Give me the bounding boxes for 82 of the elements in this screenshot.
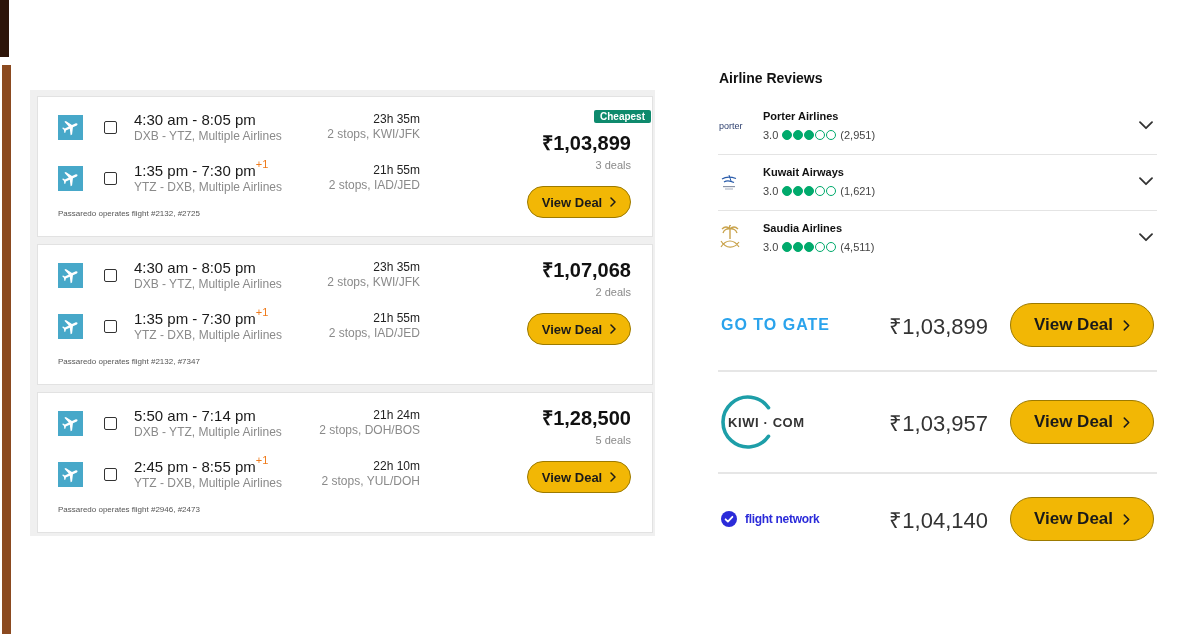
view-deal-button[interactable]: View Deal — [527, 461, 631, 493]
checkbox[interactable] — [104, 268, 117, 282]
operator-note: Passaredo operates flight #2132, #7347 — [58, 357, 200, 367]
price-badge: Cheapest — [594, 110, 651, 123]
route-text: DXB - YTZ, Multiple Airlines — [134, 128, 282, 144]
section-heading: Airline Reviews — [718, 70, 823, 86]
price-text: ₹1,03,899 — [889, 313, 988, 340]
rating-score: 3.0 — [763, 240, 779, 254]
checkbox[interactable] — [104, 416, 117, 430]
view-deal-button[interactable]: View Deal — [1010, 497, 1154, 541]
price-text: ₹1,28,500 — [542, 406, 631, 430]
airline-name: Kuwait Airways — [763, 165, 844, 179]
operator-note: Passaredo operates flight #2132, #2725 — [58, 209, 200, 219]
duration-text: 22h 10m — [373, 459, 420, 474]
flight-times: 1:35 pm - 7:30 pm$^{+1}$ — [134, 161, 269, 180]
brand-wordmark: GO TO GATE — [721, 316, 830, 334]
flight-times: 4:30 am - 8:05 pm — [134, 110, 256, 129]
flight-times: 2:45 pm - 8:55 pm$^{+1}$ — [134, 457, 269, 476]
view-deal-button[interactable]: View Deal — [527, 313, 631, 345]
chevron-right-icon — [1123, 416, 1131, 428]
duration-text: 21h 55m — [373, 311, 420, 326]
airplane-icon — [58, 313, 83, 339]
chevron-down-icon[interactable] — [1139, 177, 1153, 186]
airplane-icon — [58, 262, 83, 288]
stops-text: 2 stops, IAD/JED — [328, 178, 420, 193]
review-count: (1,621) — [840, 184, 876, 198]
rating-score: 3.0 — [763, 184, 779, 198]
airline-name: Porter Airlines — [763, 109, 839, 123]
corner-block — [0, 0, 9, 57]
route-text: YTZ - DXB, Multiple Airlines — [134, 179, 283, 195]
deal-count: 2 deals — [595, 286, 631, 299]
view-deal-button[interactable]: View Deal — [1010, 400, 1154, 444]
stops-text: 2 stops, KWI/JFK — [327, 127, 420, 142]
brand-wordmark: porter — [718, 120, 743, 131]
bird-emblem-icon — [721, 172, 737, 191]
price-text: ₹1,07,068 — [542, 258, 631, 282]
chevron-right-icon — [1123, 513, 1131, 525]
rating-score: 3.0 — [763, 128, 779, 142]
price-text: ₹1,04,140 — [889, 507, 988, 534]
review-count: (2,951) — [840, 128, 876, 142]
stops-text: 2 stops, KWI/JFK — [327, 275, 420, 290]
flight-times: 4:30 am - 8:05 pm — [134, 258, 256, 277]
airplane-icon — [58, 114, 83, 140]
stops-text: 2 stops, DOH/BOS — [319, 423, 420, 438]
view-deal-button[interactable]: View Deal — [527, 186, 631, 218]
checkbox[interactable] — [104, 171, 117, 185]
duration-text: 23h 35m — [373, 112, 420, 127]
chevron-right-icon — [610, 472, 617, 482]
checkbox[interactable] — [104, 319, 117, 333]
operator-note: Passaredo operates flight #2946, #2473 — [58, 505, 200, 515]
airplane-icon — [58, 165, 83, 191]
duration-text: 21h 24m — [373, 408, 420, 423]
route-text: YTZ - DXB, Multiple Airlines — [134, 475, 283, 491]
checkbox[interactable] — [104, 467, 117, 481]
chevron-down-icon[interactable] — [1139, 121, 1153, 130]
route-text: YTZ - DXB, Multiple Airlines — [134, 327, 283, 343]
flight-times: 5:50 am - 7:14 pm — [134, 406, 256, 425]
checkbox[interactable] — [104, 120, 117, 134]
stops-text: 2 stops, IAD/JED — [328, 326, 420, 341]
stops-text: 2 stops, YUL/DOH — [321, 474, 420, 489]
check-circle-icon — [721, 511, 737, 527]
duration-text: 23h 35m — [373, 260, 420, 275]
palm-swords-icon — [719, 224, 741, 251]
airline-name: Saudia Airlines — [763, 221, 843, 235]
chevron-down-icon[interactable] — [1139, 233, 1153, 242]
route-text: DXB - YTZ, Multiple Airlines — [134, 424, 282, 440]
view-deal-button[interactable]: View Deal — [1010, 303, 1154, 347]
airplane-icon — [58, 410, 83, 436]
duration-text: 21h 55m — [373, 163, 420, 178]
flight-times: 1:35 pm - 7:30 pm$^{+1}$ — [134, 309, 269, 328]
brand-wordmark: flight network — [745, 512, 820, 526]
deal-count: 5 deals — [595, 434, 631, 447]
price-text: ₹1,03,899 — [542, 131, 631, 155]
chevron-right-icon — [610, 197, 617, 207]
price-text: ₹1,03,957 — [889, 410, 988, 437]
airplane-icon — [58, 461, 83, 487]
route-text: DXB - YTZ, Multiple Airlines — [134, 276, 282, 292]
chevron-right-icon — [610, 324, 617, 334]
review-count: (4,511) — [840, 240, 875, 254]
brand-logo: KIWI · COM — [721, 395, 831, 449]
chevron-right-icon — [1123, 319, 1131, 331]
deal-count: 3 deals — [595, 159, 631, 172]
